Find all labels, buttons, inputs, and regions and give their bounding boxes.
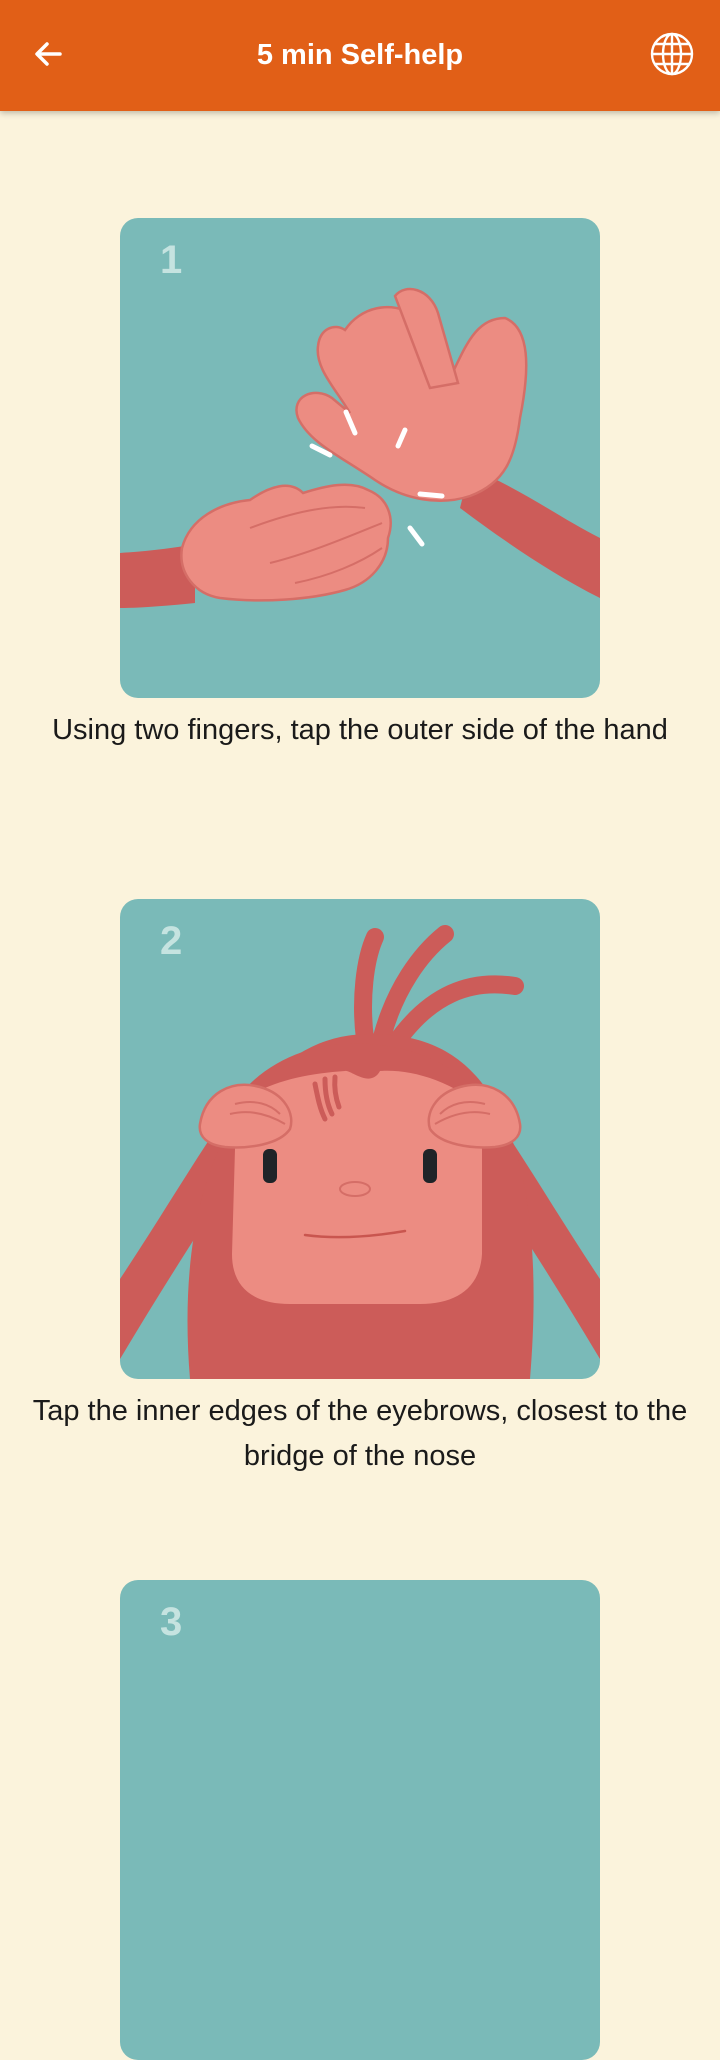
hand-tapping-illustration — [120, 287, 600, 608]
step-2-caption: Tap the inner edges of the eyebrows, clo… — [32, 1395, 688, 1472]
step-number: 1 — [160, 238, 183, 282]
step-number: 3 — [160, 1600, 183, 1644]
eyebrow-tapping-illustration — [120, 925, 600, 1379]
step-3-illustration-card: 3 — [120, 1580, 600, 2060]
back-button[interactable] — [20, 26, 76, 82]
step-number: 2 — [160, 919, 183, 963]
language-button[interactable] — [644, 26, 700, 82]
globe-icon — [650, 32, 694, 76]
step-2-illustration-card: 2 — [120, 899, 600, 1379]
page-title: 5 min Self-help — [256, 39, 464, 71]
step-1-caption: Using two fingers, tap the outer side of… — [52, 714, 668, 746]
app-bar: 5 min Self-help — [0, 0, 720, 111]
arrow-left-icon — [35, 42, 62, 66]
step-1-illustration-card: 1 — [120, 218, 600, 698]
